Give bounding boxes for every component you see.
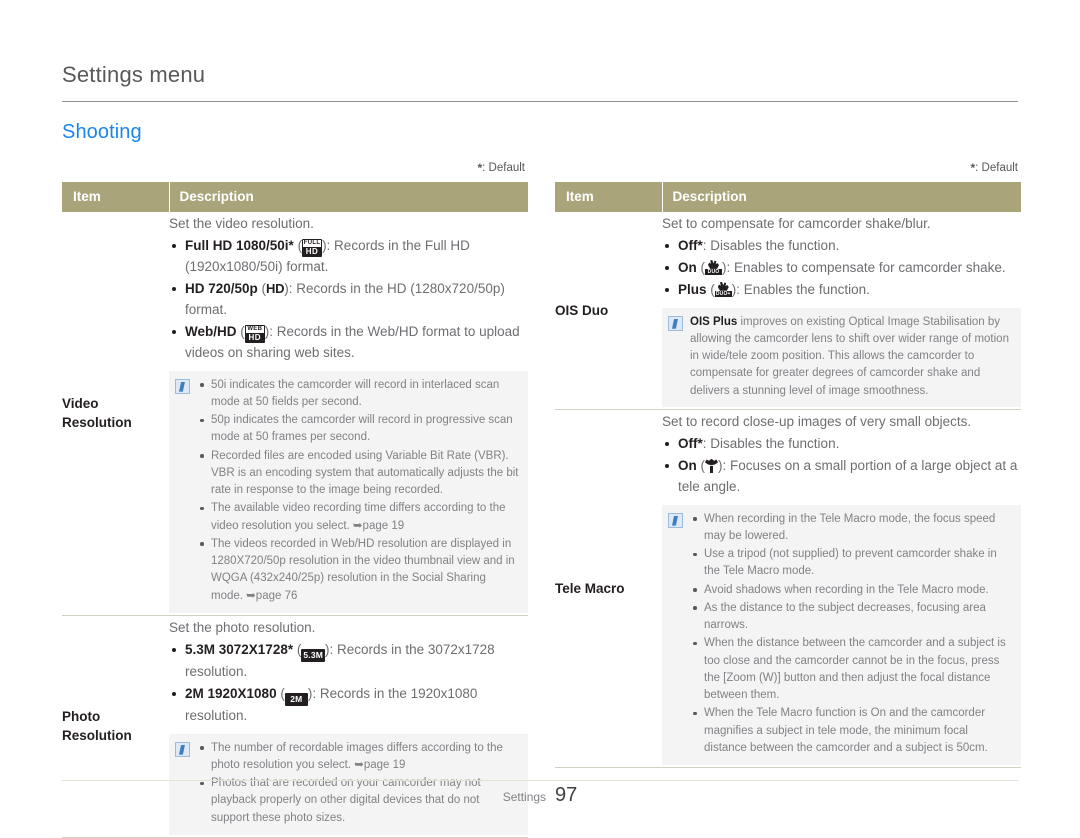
description-tele-macro: Set to record close-up images of very sm…	[662, 409, 1021, 769]
note-item: When recording in the Tele Macro mode, t…	[690, 511, 1013, 546]
default-legend-left: *: Default	[477, 161, 526, 175]
footer-divider	[62, 780, 1018, 781]
note-info-icon	[668, 315, 683, 331]
table-row: Tele Macro Set to record close-up images…	[555, 409, 1021, 769]
note-item: As the distance to the subject decreases…	[690, 600, 1013, 635]
column-header-description: Description	[169, 182, 528, 212]
note-item: Use a tripod (not supplied) to prevent c…	[690, 546, 1013, 581]
badge-53m-icon: 5.3M	[301, 648, 326, 662]
item-label-video-resolution: Video Resolution	[62, 212, 169, 616]
option-list: Full HD 1080/50i* (FULL HD): Records in t…	[169, 236, 528, 364]
option-on: On (DUO): Enables to compensate for camc…	[662, 258, 1021, 279]
description-ois-duo: Set to compensate for camcorder shake/bl…	[662, 212, 1021, 410]
column-header-item: Item	[555, 182, 663, 212]
note-box-video-resolution: 50i indicates the camcorder will record …	[169, 370, 528, 613]
item-label-tele-macro: Tele Macro	[555, 409, 662, 769]
table-header-row: Item Description	[62, 182, 528, 212]
footer-label: Settings	[502, 790, 547, 804]
note-item: When the distance between the camcorder …	[690, 635, 1013, 704]
badge-tulip-icon	[705, 459, 718, 473]
option-53m: 5.3M 3072X1728* (5.3M): Records in the 3…	[169, 640, 528, 683]
manual-page: Settings menu Shooting *: Default Item D…	[0, 0, 1080, 838]
option-off: Off*: Disables the function.	[662, 236, 1021, 257]
shake-hand-glyph	[708, 259, 719, 269]
option-on: On (): Focuses on a small portion of a l…	[662, 456, 1021, 498]
default-legend-right: *: Default	[970, 161, 1019, 175]
note-box-ois-duo: OIS Plus improves on existing Optical Im…	[662, 307, 1021, 407]
option-list: Off*: Disables the function. On (): Focu…	[662, 434, 1021, 498]
right-column: *: Default Item Description OIS Duo Set …	[555, 161, 1021, 838]
page-number: 97	[555, 784, 578, 806]
note-item: When the Tele Macro function is On and t…	[690, 705, 1013, 757]
content-columns: *: Default Item Description Video Resolut…	[62, 161, 1021, 838]
option-list: 5.3M 3072X1728* (5.3M): Records in the 3…	[169, 640, 528, 727]
option-2m: 2M 1920X1080 (2M): Records in the 1920x1…	[169, 684, 528, 727]
title-divider	[62, 101, 1018, 102]
description-video-resolution: Set the video resolution. Full HD 1080/5…	[169, 212, 528, 616]
badge-full-hd-icon: FULL HD	[302, 238, 323, 257]
option-full-hd: Full HD 1080/50i* (FULL HD): Records in t…	[169, 236, 528, 278]
note-info-icon	[175, 378, 190, 394]
shake-hand-glyph	[717, 281, 729, 291]
note-item: The videos recorded in Web/HD resolution…	[197, 536, 520, 605]
note-info-icon	[175, 741, 190, 757]
badge-web-hd-icon: WEB HD	[244, 324, 265, 343]
badge-hd-text-icon: HD	[266, 280, 285, 296]
lead-text: Set to compensate for camcorder shake/bl…	[662, 216, 931, 231]
badge-ois-duo-icon: DUO	[705, 259, 722, 275]
column-header-description: Description	[662, 182, 1021, 212]
note-list: 50i indicates the camcorder will record …	[197, 377, 520, 606]
note-item: 50i indicates the camcorder will record …	[197, 377, 520, 412]
note-bold-term: OIS Plus	[690, 315, 738, 328]
option-off: Off*: Disables the function.	[662, 434, 1021, 455]
table-row: OIS Duo Set to compensate for camcorder …	[555, 212, 1021, 410]
shooting-table-left: Item Description Video Resolution Set the…	[62, 182, 528, 838]
option-web-hd: Web/HD (WEB HD): Records in the Web/HD fo…	[169, 322, 528, 364]
note-paragraph: OIS Plus improves on existing Optical Im…	[690, 315, 1009, 397]
badge-2m-icon: 2M	[284, 692, 308, 706]
left-column: *: Default Item Description Video Resolut…	[62, 161, 528, 838]
note-info-icon	[668, 512, 683, 528]
lead-text: Set the photo resolution.	[169, 619, 316, 635]
table-header-row: Item Description	[555, 182, 1021, 212]
item-label-ois-duo: OIS Duo	[555, 212, 662, 410]
option-list: Off*: Disables the function. On (DUO): E…	[662, 236, 1021, 301]
note-item: Avoid shadows when recording in the Tele…	[690, 582, 1013, 599]
note-item: The available video recording time diffe…	[197, 500, 520, 535]
lead-text: Set to record close-up images of very sm…	[662, 413, 972, 429]
column-header-item: Item	[62, 182, 170, 212]
note-box-tele-macro: When recording in the Tele Macro mode, t…	[662, 504, 1021, 766]
note-list: When recording in the Tele Macro mode, t…	[690, 511, 1013, 759]
shooting-table-right: Item Description OIS Duo Set to compensa…	[555, 182, 1021, 769]
lead-text: Set the video resolution.	[169, 216, 314, 231]
badge-ois-duo-plus-icon: DUO+	[714, 281, 732, 297]
note-item: 50p indicates the camcorder will record …	[197, 412, 520, 447]
note-item: Recorded files are encoded using Variabl…	[197, 448, 520, 500]
page-footer: Settings 97	[62, 780, 1018, 807]
section-title: Shooting	[62, 121, 142, 143]
note-item: The number of recordable images differs …	[197, 740, 520, 775]
page-title: Settings menu	[62, 62, 206, 87]
table-row: Video Resolution Set the video resolution…	[62, 212, 528, 616]
option-plus: Plus (DUO+): Enables the function.	[662, 280, 1021, 301]
option-hd-720: HD 720/50p (HD): Records in the HD (1280…	[169, 279, 528, 321]
